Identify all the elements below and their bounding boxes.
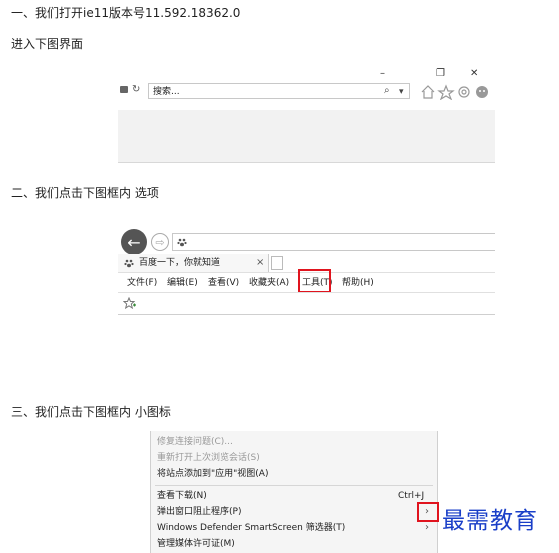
- refresh-icon[interactable]: ↻: [132, 83, 140, 97]
- address-bar[interactable]: [172, 233, 495, 251]
- submenu-arrow-highlight-box: [417, 502, 439, 522]
- menu-item-media-licenses[interactable]: 管理媒体许可证(M): [157, 538, 235, 550]
- lock-icon: [120, 86, 128, 93]
- step2-text: 二、我们点击下图框内 选项: [11, 186, 159, 200]
- step1-subtext: 进入下图界面: [11, 37, 84, 51]
- home-icon[interactable]: [421, 85, 435, 99]
- toolbar-icons: [421, 84, 488, 100]
- browser-tab[interactable]: 百度一下，你就知道 ×: [118, 254, 269, 272]
- gear-icon[interactable]: [458, 86, 470, 98]
- back-arrow-icon: ←: [127, 232, 141, 252]
- star-icon[interactable]: [437, 84, 455, 100]
- step1-text: 一、我们打开ie11版本号11.592.18362.0: [11, 6, 241, 20]
- tab-favicon-icon: [124, 259, 134, 268]
- menu-separator: [155, 485, 433, 486]
- new-tab-button[interactable]: [271, 256, 283, 270]
- forward-arrow-icon: ⇨: [155, 235, 165, 249]
- favorites-bar: [118, 292, 495, 315]
- search-icon[interactable]: ⌕: [384, 84, 390, 98]
- tab-title: 百度一下，你就知道: [139, 258, 221, 268]
- tab-close-icon[interactable]: ×: [256, 256, 264, 270]
- tools-menu-screenshot: 修复连接问题(C)... 重新打开上次浏览会话(S) 将站点添加到"应用"视图(…: [150, 431, 438, 553]
- menu-item-fix-connection[interactable]: 修复连接问题(C)...: [157, 436, 233, 448]
- menu-item-popup-blocker[interactable]: 弹出窗口阻止程序(P): [157, 506, 241, 518]
- forward-button[interactable]: ⇨: [151, 233, 169, 251]
- restore-icon[interactable]: ❐: [436, 67, 445, 81]
- menu-file[interactable]: 文件(F): [127, 277, 157, 289]
- close-icon[interactable]: ✕: [470, 67, 478, 81]
- menu-edit[interactable]: 编辑(E): [167, 277, 198, 289]
- page-content-area: [118, 110, 495, 163]
- menu-favorites[interactable]: 收藏夹(A): [249, 277, 289, 289]
- step3-text: 三、我们点击下图框内 小图标: [11, 405, 171, 419]
- baidu-paw-icon: [177, 238, 187, 247]
- menu-item-view-downloads[interactable]: 查看下载(N): [157, 490, 207, 502]
- search-placeholder: 搜索...: [153, 87, 180, 97]
- chevron-down-icon[interactable]: ▾: [399, 86, 404, 98]
- menu-view[interactable]: 查看(V): [208, 277, 239, 289]
- smiley-icon[interactable]: [476, 86, 488, 98]
- tools-highlight-box: [298, 269, 331, 293]
- chevron-right-icon[interactable]: ›: [425, 521, 429, 535]
- back-button[interactable]: ←: [121, 229, 147, 255]
- menu-item-smartscreen[interactable]: Windows Defender SmartScreen 筛选器(T): [157, 522, 345, 534]
- add-favorites-icon[interactable]: [123, 297, 137, 310]
- menu-item-reopen-session[interactable]: 重新打开上次浏览会话(S): [157, 452, 260, 464]
- shortcut-ctrl-j: Ctrl+J: [398, 491, 425, 501]
- minimize-icon[interactable]: –: [380, 67, 385, 81]
- menu-item-add-to-apps[interactable]: 将站点添加到"应用"视图(A): [157, 468, 268, 480]
- watermark-logo: 最需教育: [442, 508, 538, 534]
- ie-menubar-screenshot: ← ⇨ 百度一下，你就知道 × 文件(F) 编辑(E) 查看(V) 收藏夹(A)…: [118, 228, 495, 315]
- search-input[interactable]: 搜索... ⌕ ▾: [148, 83, 410, 99]
- menu-help[interactable]: 帮助(H): [342, 277, 374, 289]
- ie-toolbar-screenshot: – ❐ ✕ ↻ 搜索... ⌕ ▾: [118, 64, 495, 163]
